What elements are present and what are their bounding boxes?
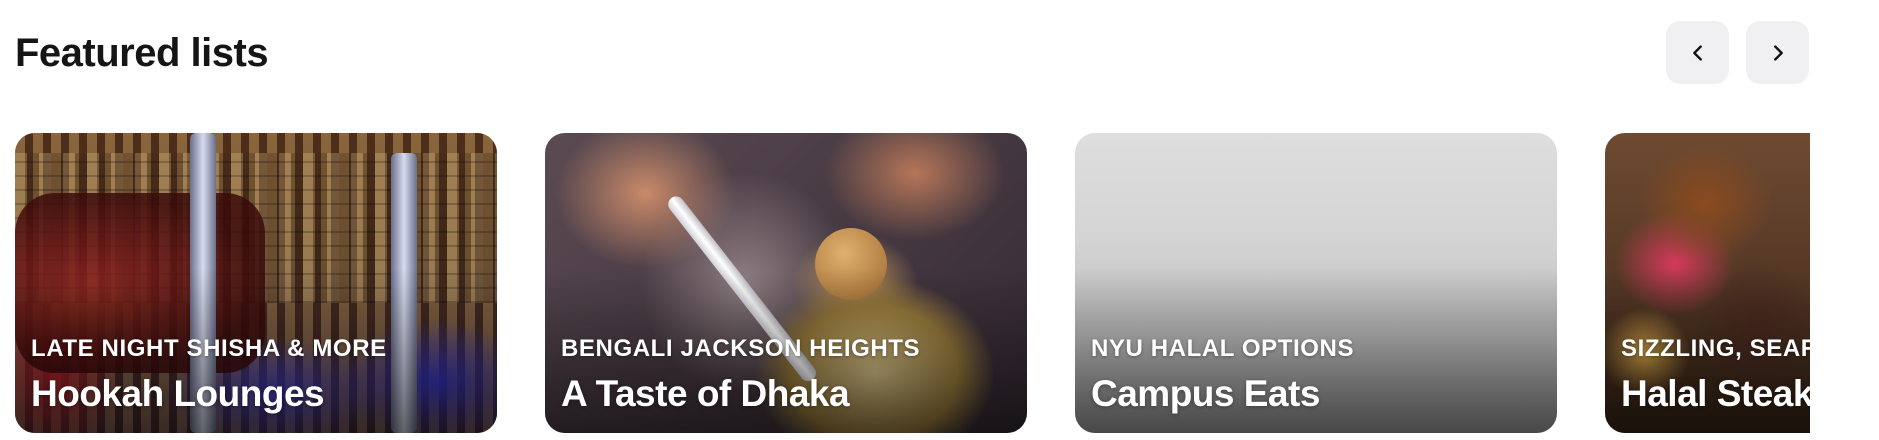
card-title: Halal Steakh (1621, 373, 1810, 414)
section-title: Featured lists (15, 31, 269, 75)
card-subtitle: LATE NIGHT SHISHA & MORE (31, 335, 387, 362)
featured-lists-section: Featured lists LATE NIGHT SHISHA & MORE … (15, 0, 1825, 440)
list-card-hookah-lounges[interactable]: LATE NIGHT SHISHA & MORE Hookah Lounges (15, 133, 497, 433)
carousel-prev-button[interactable] (1666, 21, 1729, 84)
card-title: Hookah Lounges (31, 373, 325, 414)
list-card-campus-eats[interactable]: NYU HALAL OPTIONS Campus Eats (1075, 133, 1557, 433)
card-title: A Taste of Dhaka (561, 373, 850, 414)
list-card-halal-steakhouses[interactable]: SIZZLING, SEAR Halal Steakh (1605, 133, 1810, 433)
chevron-left-icon (1692, 44, 1702, 61)
carousel-next-button[interactable] (1746, 21, 1809, 84)
chevron-right-icon (1773, 44, 1783, 61)
card-subtitle: BENGALI JACKSON HEIGHTS (561, 335, 921, 362)
featured-lists-carousel: LATE NIGHT SHISHA & MORE Hookah Lounges … (15, 133, 1810, 435)
list-card-taste-of-dhaka[interactable]: BENGALI JACKSON HEIGHTS A Taste of Dhaka (545, 133, 1027, 433)
card-title: Campus Eats (1091, 373, 1320, 414)
card-subtitle: NYU HALAL OPTIONS (1091, 335, 1355, 362)
card-subtitle: SIZZLING, SEAR (1621, 335, 1810, 362)
